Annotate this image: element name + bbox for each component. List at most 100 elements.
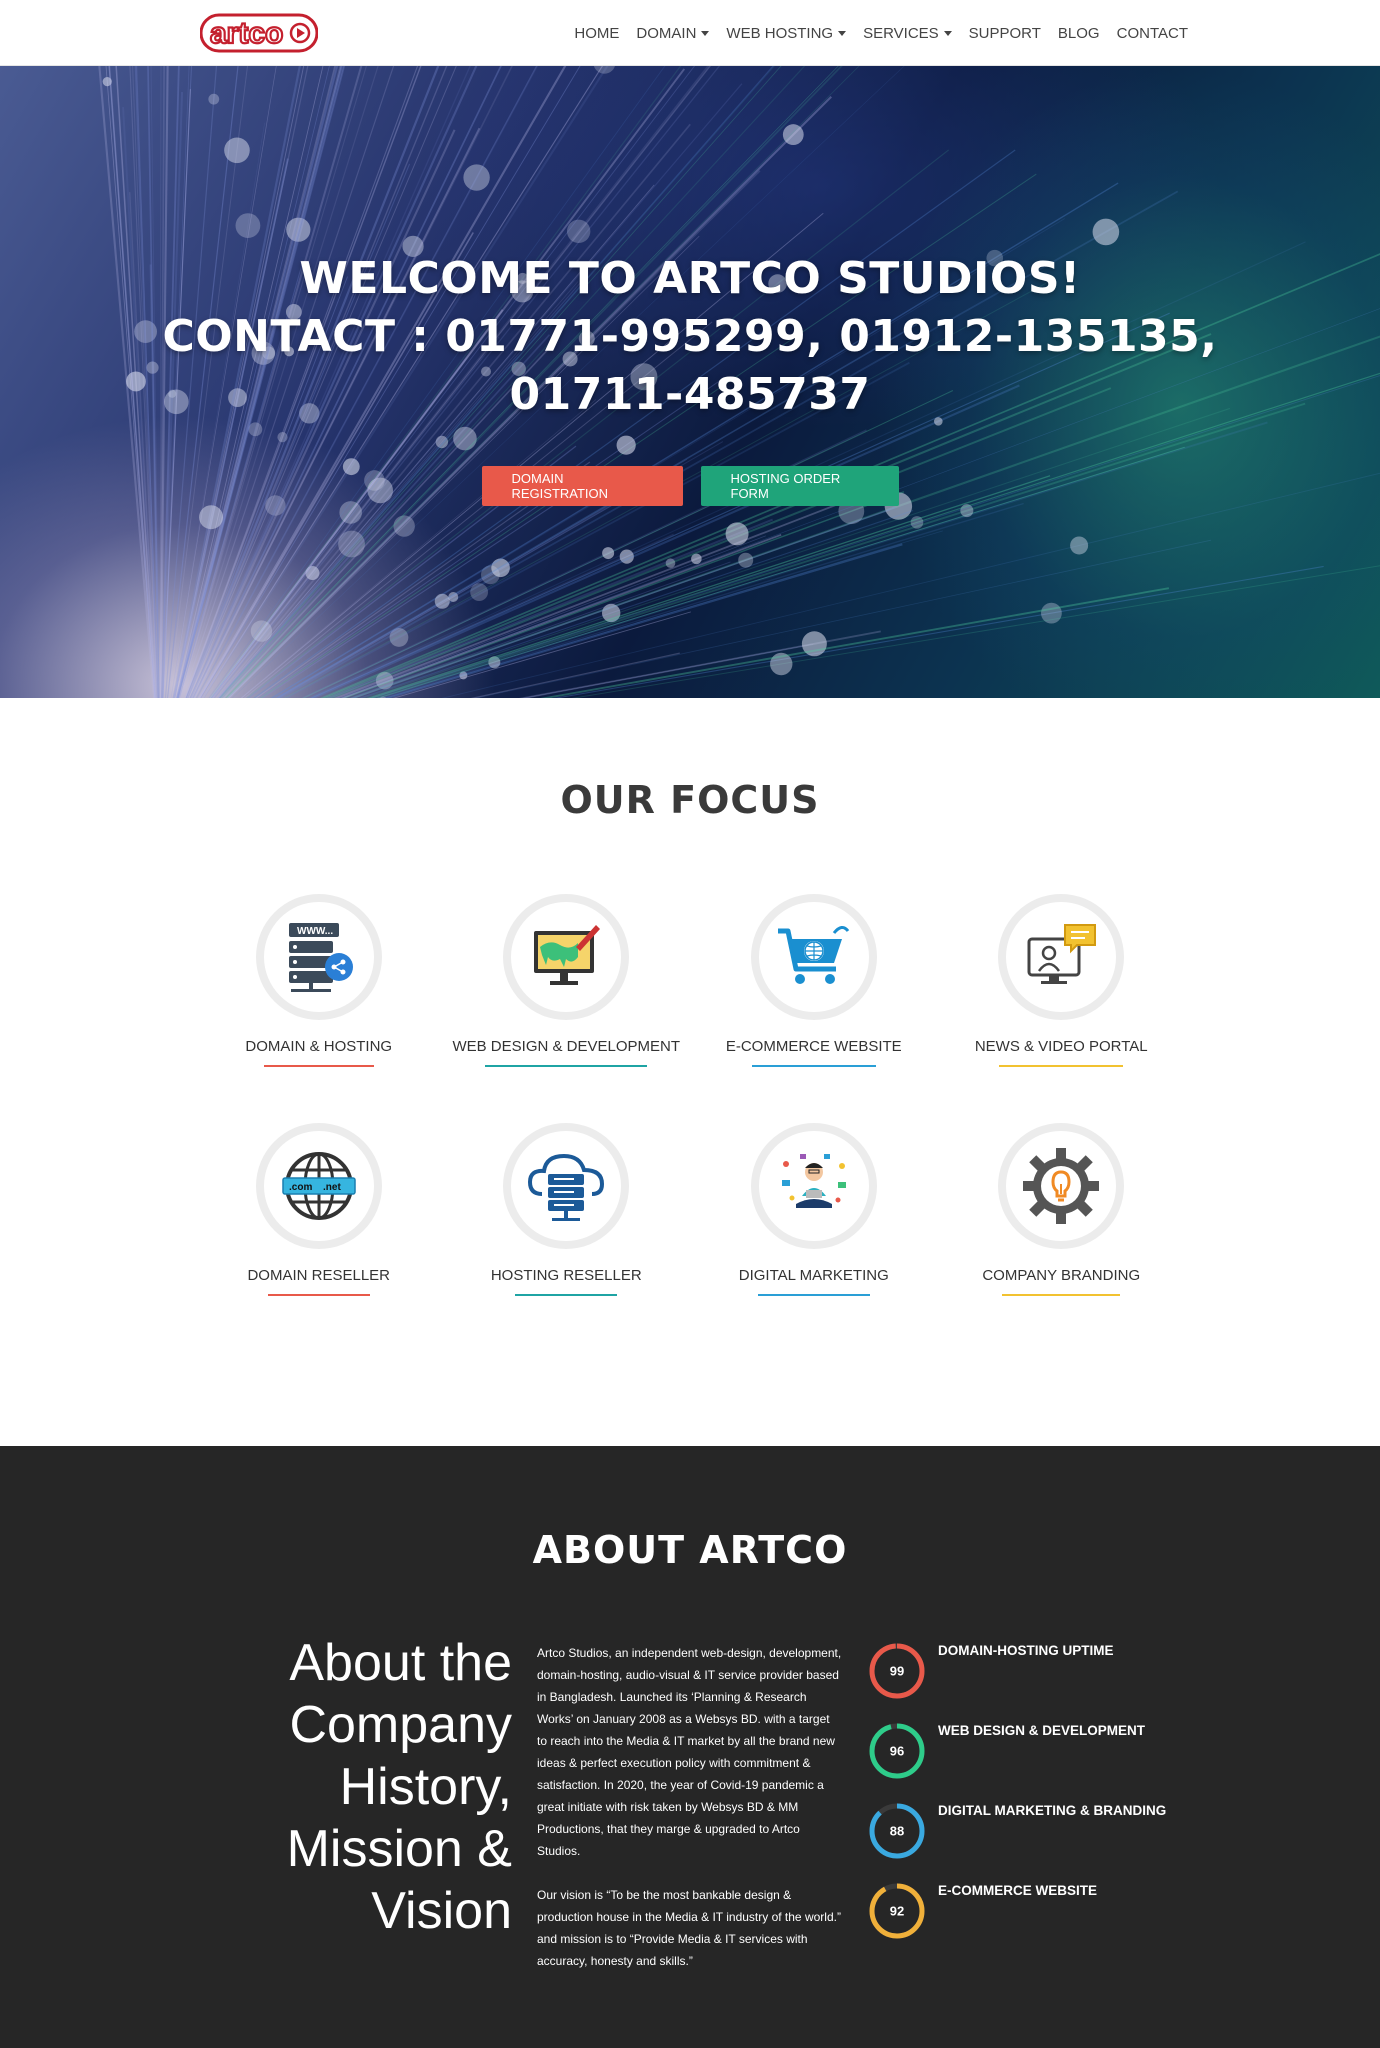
monitor-paint-icon (534, 925, 601, 985)
focus-item-news-video[interactable]: NEWS & VIDEO PORTAL (938, 894, 1186, 1067)
progress-ring: 96 (869, 1723, 925, 1779)
focus-icon-frame (503, 894, 630, 1020)
caret-down-icon (943, 31, 952, 36)
video-chat-icon (1027, 924, 1097, 984)
focus-item-ecommerce[interactable]: E-COMMERCE WEBSITE (690, 894, 938, 1067)
focus-item-digital-marketing[interactable]: DIGITAL MARKETING (690, 1123, 938, 1296)
artco-logo[interactable]: artco (200, 12, 318, 54)
focus-underline (515, 1294, 618, 1296)
caret-down-icon (838, 31, 847, 36)
stat-item: 92 E-COMMERCE WEBSITE (868, 1882, 1198, 1962)
focus-icon-frame: .com .net (255, 1123, 382, 1249)
about-lead-line: Vision (371, 1882, 512, 1940)
stat-label: E-COMMERCE WEBSITE (938, 1883, 1098, 1898)
hero-banner: WELCOME TO ARTCO STUDIOS! CONTACT : 0177… (0, 66, 1380, 698)
nav-services[interactable]: SERVICES (863, 25, 952, 42)
focus-underline (267, 1294, 370, 1296)
focus-label: DOMAIN & HOSTING (245, 1038, 393, 1055)
nav-contact[interactable]: CONTACT (1117, 25, 1188, 42)
about-lead-line: Mission & (286, 1820, 512, 1878)
progress-ring: 99 (869, 1643, 925, 1699)
focus-icon-frame (998, 1123, 1125, 1249)
caret-down-icon (701, 31, 710, 36)
focus-underline (485, 1065, 648, 1067)
nav-web-hosting[interactable]: WEB HOSTING (726, 24, 847, 42)
stat-item: 88 DIGITAL MARKETING & BRANDING (868, 1802, 1198, 1882)
nav-home[interactable]: HOME (574, 25, 619, 42)
about-lead-line: History, (339, 1758, 512, 1816)
about-paragraph-vision: Our vision is “To be the most bankable d… (537, 1888, 841, 1968)
focus-label: DIGITAL MARKETING (738, 1267, 889, 1284)
cloud-server-icon (528, 1153, 605, 1221)
nav-blog[interactable]: BLOG (1058, 25, 1100, 42)
domain-registration-button[interactable]: DOMAIN REGISTRATION (481, 466, 683, 506)
main-menu: HOME DOMAIN WEB HOSTING SERVICES SUPPORT… (574, 0, 1188, 66)
progress-value: 96 (890, 1744, 904, 1759)
hero-buttons: DOMAIN REGISTRATION HOSTING ORDER FORM (0, 466, 1380, 506)
focus-section-title: OUR FOCUS (560, 778, 820, 822)
focus-item-domain-reseller[interactable]: .com .net DOMAIN RESELLER (195, 1123, 443, 1296)
marketing-person-icon (781, 1154, 846, 1208)
nav-services-label: SERVICES (863, 24, 939, 42)
focus-item-hosting-reseller[interactable]: HOSTING RESELLER (443, 1123, 691, 1296)
focus-item-company-branding[interactable]: COMPANY BRANDING (938, 1123, 1186, 1296)
about-section-title: ABOUT ARTCO (532, 1528, 848, 1572)
focus-underline (757, 1294, 870, 1296)
stat-label: DIGITAL MARKETING & BRANDING (938, 1803, 1167, 1818)
focus-icon-frame (503, 1123, 630, 1249)
about-section: ABOUT ARTCO About the Company History, M… (0, 1446, 1380, 2048)
progress-value: 92 (890, 1904, 904, 1919)
hero-contact-line: CONTACT : 01771-995299, 01912-135135, (162, 311, 1218, 362)
globe-domain-icon: .com .net (282, 1152, 356, 1220)
focus-icon-frame (750, 1123, 877, 1249)
nav-web-hosting-label: WEB HOSTING (726, 24, 834, 42)
about-text: Artco Studios, an independent web-design… (537, 1642, 842, 1972)
gear-bulb-icon (1023, 1148, 1100, 1224)
hero-welcome: WELCOME TO ARTCO STUDIOS! (299, 253, 1081, 304)
server-icon: WWW... (288, 923, 353, 992)
about-lead-line: About the (289, 1634, 512, 1692)
stat-item: 99 DOMAIN-HOSTING UPTIME (868, 1642, 1198, 1722)
stat-item: 96 WEB DESIGN & DEVELOPMENT (868, 1722, 1198, 1802)
focus-item-web-design[interactable]: WEB DESIGN & DEVELOPMENT (443, 894, 691, 1067)
logo-text: artco (210, 17, 283, 50)
focus-label: NEWS & VIDEO PORTAL (974, 1038, 1148, 1055)
focus-label: HOSTING RESELLER (490, 1267, 642, 1284)
progress-value: 99 (890, 1664, 904, 1679)
focus-icon-frame (750, 894, 877, 1020)
focus-underline (263, 1065, 374, 1067)
hero-contact-line-2: 01711-485737 (509, 369, 871, 420)
nav-blog-label: BLOG (1057, 24, 1100, 42)
top-navbar: artco HOME DOMAIN WEB HOSTING SERVICES S… (0, 0, 1380, 66)
nav-domain[interactable]: DOMAIN (636, 24, 710, 42)
focus-icon-frame (998, 894, 1125, 1020)
hero-heading: WELCOME TO ARTCO STUDIOS! CONTACT : 0177… (0, 250, 1380, 424)
about-paragraph-history: Artco Studios, an independent web-design… (537, 1646, 842, 1858)
skill-stats: 99 DOMAIN-HOSTING UPTIME 96 WEB DESIGN &… (868, 1642, 1198, 1962)
svg-text:WWW...: WWW... (297, 926, 333, 937)
progress-ring: 88 (869, 1803, 925, 1859)
focus-label: COMPANY BRANDING (982, 1267, 1141, 1284)
focus-label: E-COMMERCE WEBSITE (725, 1038, 902, 1055)
nav-home-label: HOME (574, 24, 620, 42)
nav-domain-label: DOMAIN (636, 24, 697, 42)
stat-label: DOMAIN-HOSTING UPTIME (938, 1643, 1114, 1658)
stat-label: WEB DESIGN & DEVELOPMENT (938, 1723, 1146, 1738)
focus-underline (751, 1065, 876, 1067)
hosting-order-form-button[interactable]: HOSTING ORDER FORM (700, 466, 899, 506)
progress-value: 88 (890, 1824, 904, 1839)
focus-item-domain-hosting[interactable]: WWW... DOMAIN & HOSTING (195, 894, 443, 1067)
about-lead-heading: About the Company History, Mission & Vis… (200, 1632, 512, 1942)
shopping-cart-globe-icon (777, 926, 849, 984)
focus-underline (999, 1065, 1124, 1067)
nav-support[interactable]: SUPPORT (969, 25, 1041, 42)
svg-text:.com: .com (289, 1182, 312, 1193)
progress-ring: 92 (869, 1883, 925, 1939)
focus-grid: WWW... DOMAIN & HOSTING WEB DESIGN & DEV… (195, 894, 1185, 1296)
nav-support-label: SUPPORT (968, 24, 1041, 42)
about-lead-line: Company (289, 1696, 512, 1754)
focus-underline (1002, 1294, 1121, 1296)
focus-label: DOMAIN RESELLER (247, 1267, 391, 1284)
nav-contact-label: CONTACT (1116, 24, 1188, 42)
focus-icon-frame: WWW... (255, 894, 382, 1020)
